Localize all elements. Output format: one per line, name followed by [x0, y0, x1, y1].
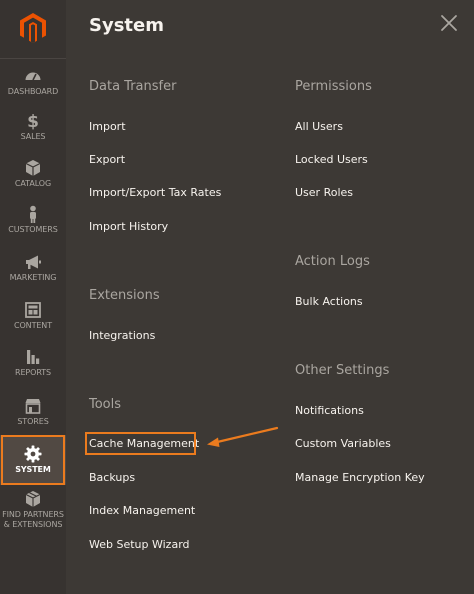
menu-link-import[interactable]: Import — [89, 120, 126, 134]
panel-title: System — [89, 15, 164, 36]
svg-text:$: $ — [27, 112, 39, 130]
menu-link-import-export-tax-rates[interactable]: Import/Export Tax Rates — [89, 186, 221, 200]
menu-link-manage-encryption-key[interactable]: Manage Encryption Key — [295, 471, 425, 485]
sidebar-item-label: MARKETING — [9, 273, 57, 282]
admin-sidebar: DASHBOARD $ SALES CATALOG CUSTOMERS MARK… — [0, 0, 66, 594]
box-icon — [25, 491, 41, 507]
menu-link-custom-variables[interactable]: Custom Variables — [295, 437, 391, 451]
section-title-permissions: Permissions — [295, 79, 372, 94]
magento-logo-icon — [20, 13, 46, 43]
storefront-icon — [25, 399, 41, 414]
sidebar-item-label: DASHBOARD — [7, 87, 59, 96]
sidebar-item-customers[interactable]: CUSTOMERS — [0, 205, 66, 235]
sidebar-item-content[interactable]: CONTENT — [0, 301, 66, 331]
annotation-arrow-icon — [207, 426, 279, 447]
sidebar-item-sales[interactable]: $ SALES — [0, 112, 66, 142]
sidebar-item-label: STORES — [17, 417, 49, 426]
megaphone-icon — [26, 255, 41, 269]
menu-link-integrations[interactable]: Integrations — [89, 329, 155, 343]
section-title-tools: Tools — [89, 397, 122, 412]
menu-link-locked-users[interactable]: Locked Users — [295, 153, 368, 167]
admin-app: DASHBOARD $ SALES CATALOG CUSTOMERS MARK… — [0, 0, 474, 594]
section-title-action-logs: Action Logs — [295, 254, 370, 269]
magento-logo[interactable] — [0, 0, 66, 56]
menu-link-index-management[interactable]: Index Management — [89, 504, 195, 518]
bar-chart-icon — [27, 350, 40, 364]
sidebar-item-label: CATALOG — [14, 179, 52, 188]
menu-link-web-setup-wizard[interactable]: Web Setup Wizard — [89, 538, 190, 552]
close-icon[interactable] — [439, 13, 459, 33]
menu-link-notifications[interactable]: Notifications — [295, 404, 364, 418]
person-icon — [30, 205, 36, 223]
section-title-extensions: Extensions — [89, 288, 160, 303]
menu-link-user-roles[interactable]: User Roles — [295, 186, 353, 200]
sidebar-item-label: CUSTOMERS — [8, 225, 58, 234]
sidebar-item-reports[interactable]: REPORTS — [0, 348, 66, 378]
sidebar-item-find-partners[interactable]: FIND PARTNERS & EXTENSIONS — [0, 490, 66, 530]
menu-link-backups[interactable]: Backups — [89, 471, 135, 485]
section-title-data-transfer: Data Transfer — [89, 79, 177, 94]
section-title-other-settings: Other Settings — [295, 363, 390, 378]
sidebar-item-stores[interactable]: STORES — [0, 397, 66, 427]
sidebar-item-label: CONTENT — [14, 321, 52, 330]
system-menu-panel: System Data Transfer Import Export Impor… — [66, 0, 474, 594]
gauge-icon — [25, 72, 41, 81]
menu-link-bulk-actions[interactable]: Bulk Actions — [295, 295, 363, 309]
sidebar-item-catalog[interactable]: CATALOG — [0, 159, 66, 189]
cache-management-highlight-box — [85, 432, 196, 455]
menu-link-all-users[interactable]: All Users — [295, 120, 343, 134]
sidebar-item-label: SALES — [20, 132, 46, 141]
sidebar-divider — [0, 58, 66, 59]
sidebar-item-label: REPORTS — [15, 368, 51, 377]
system-highlight-box — [1, 435, 65, 485]
sidebar-item-marketing[interactable]: MARKETING — [0, 253, 66, 283]
layout-icon — [25, 302, 41, 318]
cube-icon — [25, 160, 41, 176]
sidebar-item-dashboard[interactable]: DASHBOARD — [0, 67, 66, 97]
sidebar-item-label: FIND PARTNERS & EXTENSIONS — [2, 510, 64, 529]
dollar-icon: $ — [27, 112, 39, 130]
menu-link-import-history[interactable]: Import History — [89, 220, 168, 234]
menu-link-export[interactable]: Export — [89, 153, 125, 167]
